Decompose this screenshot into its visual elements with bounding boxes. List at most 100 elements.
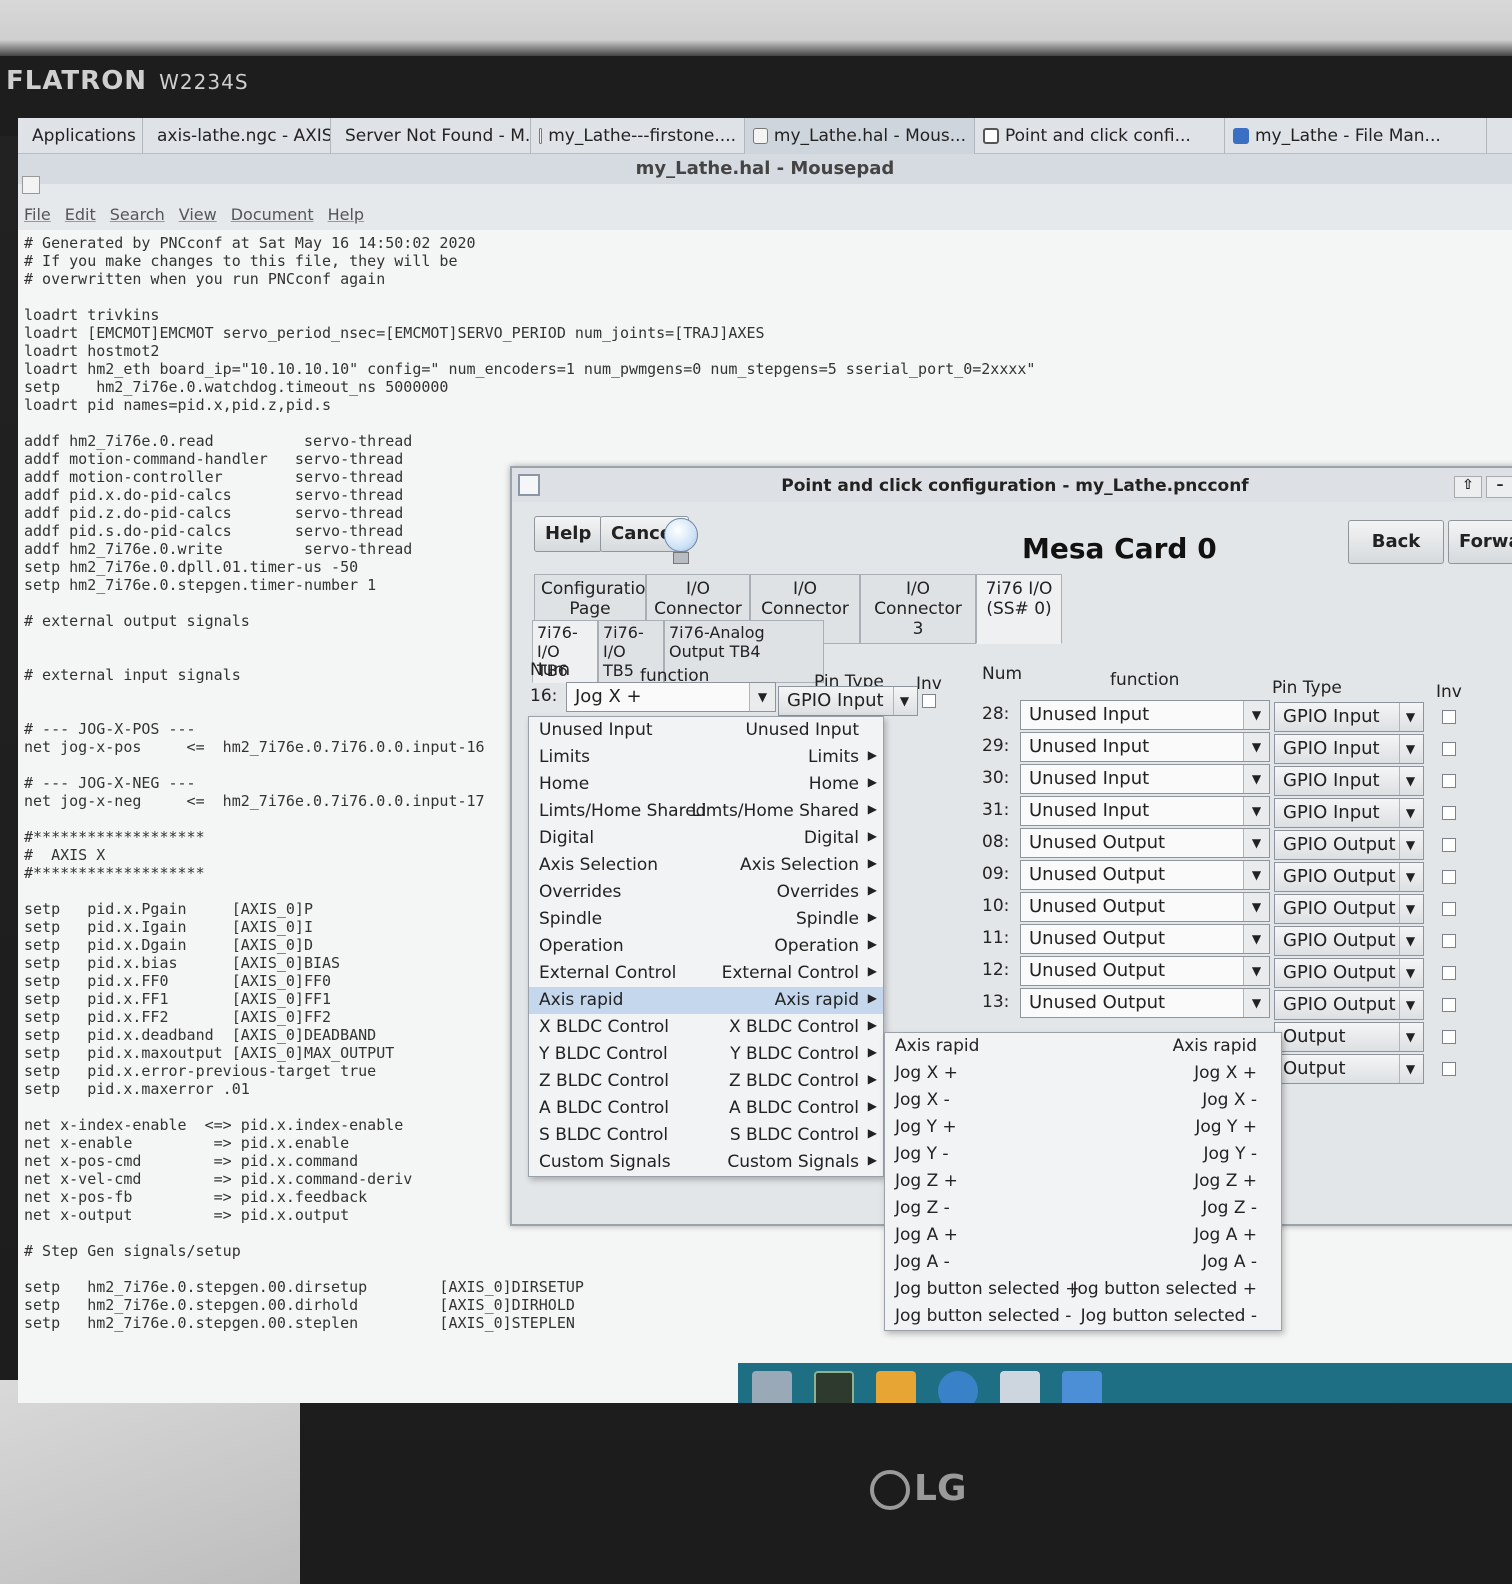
menu-item[interactable]: Jog A - Jog A - <box>885 1249 1281 1276</box>
menu-document[interactable]: Document <box>231 205 314 224</box>
invert-checkbox[interactable] <box>1442 902 1456 916</box>
document-icon[interactable] <box>22 176 40 194</box>
menu-item[interactable]: Jog Z + Jog Z + <box>885 1168 1281 1195</box>
menu-item[interactable]: X BLDC Control X BLDC Control ▶ <box>529 1014 883 1041</box>
menu-item[interactable]: Jog X - Jog X - <box>885 1087 1281 1114</box>
menu-item[interactable]: Jog A + Jog A + <box>885 1222 1281 1249</box>
minimize-icon[interactable]: – <box>1486 476 1512 498</box>
function-combo[interactable]: Jog X + ▼ <box>566 682 776 712</box>
menu-file[interactable]: File <box>24 205 51 224</box>
drive-icon[interactable] <box>752 1371 792 1403</box>
pin-type-combo[interactable]: Output ▼ <box>1274 1054 1424 1084</box>
menu-item[interactable]: Limts/Home Shared Limts/Home Shared ▶ <box>529 798 883 825</box>
terminal-icon[interactable] <box>814 1371 854 1403</box>
pin-type-combo[interactable]: Output ▼ <box>1274 1022 1424 1052</box>
menu-help[interactable]: Help <box>328 205 364 224</box>
menu-item[interactable]: Y BLDC Control Y BLDC Control ▶ <box>529 1041 883 1068</box>
menu-item[interactable]: External Control External Control ▶ <box>529 960 883 987</box>
taskbar-file-manager[interactable]: my_Lathe - File Man... <box>1225 118 1487 154</box>
invert-checkbox[interactable] <box>1442 838 1456 852</box>
menu-item[interactable]: S BLDC Control S BLDC Control ▶ <box>529 1122 883 1149</box>
invert-checkbox[interactable] <box>1442 806 1456 820</box>
taskbar-pncconf[interactable]: Point and click confi... <box>975 118 1225 154</box>
invert-checkbox[interactable] <box>1442 870 1456 884</box>
menu-item[interactable]: Limits Limits ▶ <box>529 744 883 771</box>
menu-item[interactable]: Jog button selected - Jog button selected… <box>885 1303 1281 1330</box>
menu-item[interactable]: Jog button selected + Jog button selected… <box>885 1276 1281 1303</box>
invert-checkbox[interactable] <box>1442 742 1456 756</box>
search-icon[interactable] <box>1000 1371 1040 1403</box>
pin-type-combo[interactable]: GPIO Input ▼ <box>778 686 918 716</box>
pin-type-combo[interactable]: GPIO Output ▼ <box>1274 862 1424 892</box>
notes-icon[interactable] <box>876 1371 916 1403</box>
invert-checkbox[interactable] <box>1442 1030 1456 1044</box>
back-button[interactable]: Back <box>1348 520 1444 564</box>
pin-type-combo[interactable]: GPIO Output ▼ <box>1274 958 1424 988</box>
function-combo[interactable]: Unused Input ▼ <box>1020 796 1270 826</box>
menu-view[interactable]: View <box>179 205 217 224</box>
menubar: File Edit Search View Document Help <box>18 200 1512 228</box>
menu-item[interactable]: Operation Operation ▶ <box>529 933 883 960</box>
taskbar-applications[interactable]: Applications <box>18 118 143 154</box>
invert-checkbox[interactable] <box>1442 998 1456 1012</box>
pin-number: 28: <box>982 704 1010 724</box>
help-button[interactable]: Help <box>534 516 603 552</box>
menu-item[interactable]: Axis rapid Axis rapid <box>885 1033 1281 1060</box>
menu-item[interactable]: Z BLDC Control Z BLDC Control ▶ <box>529 1068 883 1095</box>
pin-type-combo[interactable]: GPIO Input ▼ <box>1274 766 1424 796</box>
menu-item[interactable]: Jog X + Jog X + <box>885 1060 1281 1087</box>
pin-type-combo[interactable]: GPIO Input ▼ <box>1274 702 1424 732</box>
menu-item[interactable]: Unused Input Unused Input <box>529 717 883 744</box>
menu-item[interactable]: Custom Signals Custom Signals ▶ <box>529 1149 883 1176</box>
pin-type-combo[interactable]: GPIO Output ▼ <box>1274 990 1424 1020</box>
menu-item[interactable]: A BLDC Control A BLDC Control ▶ <box>529 1095 883 1122</box>
window-menu-icon[interactable] <box>518 474 540 496</box>
invert-checkbox[interactable] <box>1442 934 1456 948</box>
taskbar-mousepad-firstone[interactable]: my_Lathe---firstone.... <box>531 118 745 154</box>
function-combo[interactable]: Unused Input ▼ <box>1020 764 1270 794</box>
pin-type-combo[interactable]: GPIO Output ▼ <box>1274 894 1424 924</box>
pin-type-combo[interactable]: GPIO Output ▼ <box>1274 926 1424 956</box>
menu-item[interactable]: Spindle Spindle ▶ <box>529 906 883 933</box>
pin-number: 10: <box>982 896 1010 916</box>
menu-item[interactable]: Axis rapid Axis rapid ▶ <box>529 987 883 1014</box>
tab-io-connector-3[interactable]: I/O Connector 3 <box>860 574 976 644</box>
menu-item[interactable]: Overrides Overrides ▶ <box>529 879 883 906</box>
function-combo[interactable]: Unused Output ▼ <box>1020 828 1270 858</box>
invert-checkbox[interactable] <box>1442 966 1456 980</box>
function-value: Unused Input <box>1029 768 1150 789</box>
function-combo[interactable]: Unused Output ▼ <box>1020 956 1270 986</box>
invert-checkbox[interactable] <box>1442 774 1456 788</box>
menu-item[interactable]: Jog Y + Jog Y + <box>885 1114 1281 1141</box>
menu-item[interactable]: Jog Z - Jog Z - <box>885 1195 1281 1222</box>
forward-button[interactable]: Forwa <box>1448 520 1512 564</box>
editor-line: loadrt pid names=pid.x,pid.z,pid.s <box>24 396 332 414</box>
invert-checkbox[interactable] <box>1442 710 1456 724</box>
menu-item[interactable]: Digital Digital ▶ <box>529 825 883 852</box>
taskbar-firefox[interactable]: Server Not Found - M... <box>331 118 531 154</box>
menu-item[interactable]: Axis Selection Axis Selection ▶ <box>529 852 883 879</box>
pin-type-value: GPIO Output <box>1283 994 1396 1015</box>
menu-search[interactable]: Search <box>110 205 165 224</box>
pin-type-combo[interactable]: GPIO Input ▼ <box>1274 798 1424 828</box>
folder-icon[interactable] <box>1062 1371 1102 1403</box>
taskbar-mousepad-hal[interactable]: my_Lathe.hal - Mous... <box>745 118 975 154</box>
maximize-icon[interactable]: ⇧ <box>1454 476 1482 498</box>
menu-edit[interactable]: Edit <box>65 205 96 224</box>
pin-type-combo[interactable]: GPIO Input ▼ <box>1274 734 1424 764</box>
tab-7i76-io[interactable]: 7i76 I/O (SS# 0) <box>976 574 1062 644</box>
function-combo[interactable]: Unused Output ▼ <box>1020 924 1270 954</box>
function-combo[interactable]: Unused Input ▼ <box>1020 732 1270 762</box>
function-combo[interactable]: Unused Output ▼ <box>1020 860 1270 890</box>
function-combo[interactable]: Unused Input ▼ <box>1020 700 1270 730</box>
browser-icon[interactable] <box>938 1371 978 1403</box>
invert-checkbox[interactable] <box>922 694 936 708</box>
taskbar-axis[interactable]: axis-lathe.ngc - AXIS... <box>143 118 331 154</box>
function-combo[interactable]: Unused Output ▼ <box>1020 892 1270 922</box>
pin-type-combo[interactable]: GPIO Output ▼ <box>1274 830 1424 860</box>
function-combo[interactable]: Unused Output ▼ <box>1020 988 1270 1018</box>
menu-item[interactable]: Jog Y - Jog Y - <box>885 1141 1281 1168</box>
invert-checkbox[interactable] <box>1442 1062 1456 1076</box>
menu-item[interactable]: Home Home ▶ <box>529 771 883 798</box>
header-function-right: function <box>1110 670 1180 690</box>
